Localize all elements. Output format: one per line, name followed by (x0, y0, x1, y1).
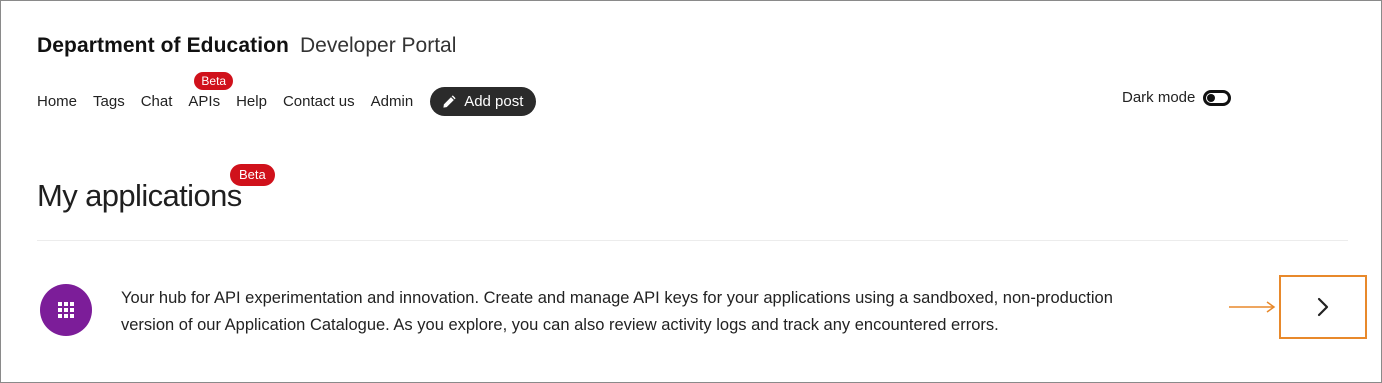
org-title: Department of Education (37, 34, 289, 57)
open-applications-button[interactable] (1279, 275, 1367, 339)
chevron-right-icon (1317, 297, 1329, 317)
nav-apis[interactable]: APIs Beta (188, 71, 234, 110)
main-nav: Home Tags Chat APIs Beta Help Contact us… (37, 71, 537, 116)
nav-admin[interactable]: Admin (371, 93, 414, 110)
pencil-icon (442, 94, 457, 109)
arrow-right-icon (1229, 301, 1276, 313)
dark-mode-label: Dark mode (1122, 89, 1196, 106)
nav-home[interactable]: Home (37, 93, 77, 110)
nav-tags[interactable]: Tags (93, 93, 125, 110)
portal-title: Developer Portal (299, 34, 457, 57)
applications-description: Your hub for API experimentation and inn… (121, 289, 1113, 334)
page-title: My applications (37, 178, 242, 213)
beta-badge: Beta (194, 71, 234, 90)
dark-mode-control: Dark mode (1122, 89, 1232, 106)
dark-mode-toggle[interactable] (1203, 89, 1232, 106)
page-header: My applications Beta (37, 164, 275, 214)
add-post-label: Add post (464, 92, 524, 110)
nav-apis-label: APIs (188, 92, 221, 110)
add-post-button[interactable]: Add post (430, 86, 537, 116)
toggle-knob (1207, 93, 1216, 102)
section-divider (37, 240, 1348, 241)
site-brand[interactable]: Department of Education Developer Portal (37, 34, 456, 58)
app-grid-icon (40, 284, 92, 336)
page-beta-badge: Beta (230, 164, 275, 186)
nav-contact-us[interactable]: Contact us (283, 93, 355, 110)
nav-chat[interactable]: Chat (141, 93, 173, 110)
nav-help[interactable]: Help (236, 93, 267, 110)
